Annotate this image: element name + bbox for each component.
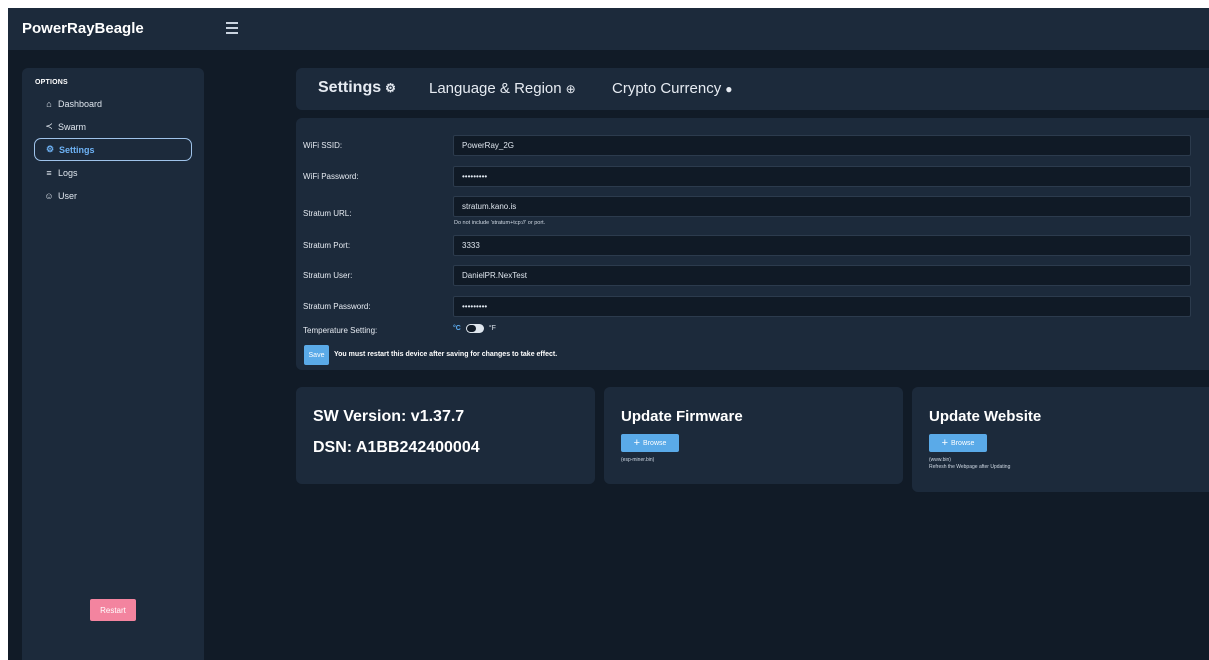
sw-version: SW Version: v1.37.7 xyxy=(313,408,465,425)
stratum-port-input[interactable] xyxy=(453,235,1191,256)
update-website-card: Update Website + Browse (www.bin) Refresh… xyxy=(912,387,1209,492)
app-window: PowerRayBeagle OPTIONS ⌂ Dashboard ≺ Swa… xyxy=(8,8,1209,660)
tab-label: Language & Region xyxy=(429,80,562,97)
sidebar-item-label: Dashboard xyxy=(58,98,103,109)
update-firmware-card: Update Firmware + Browse (esp-miner.bin) xyxy=(604,387,903,484)
wifi-ssid-input[interactable] xyxy=(453,135,1191,156)
hamburger-menu-icon[interactable] xyxy=(226,19,240,37)
browse-label: Browse xyxy=(951,439,975,447)
temperature-label: Temperature Setting: xyxy=(303,326,378,335)
celsius-label: °C xyxy=(453,325,461,332)
stratum-password-label: Stratum Password: xyxy=(303,302,371,311)
stratum-port-row: Stratum Port: xyxy=(296,235,1209,257)
wifi-ssid-label: WiFi SSID: xyxy=(303,141,343,150)
stratum-user-label: Stratum User: xyxy=(303,271,353,280)
sidebar-item-label: Swarm xyxy=(58,121,87,132)
stratum-password-row: Stratum Password: xyxy=(296,296,1209,318)
save-note: You must restart this device after savin… xyxy=(334,351,558,358)
website-file-hint: (www.bin) xyxy=(929,457,951,463)
list-icon: ≡ xyxy=(46,167,52,178)
tab-settings[interactable]: Settings ⚙ xyxy=(318,79,396,97)
tab-language-region[interactable]: Language & Region ⊕ xyxy=(429,80,576,97)
sidebar-item-dashboard[interactable]: ⌂ Dashboard xyxy=(34,92,192,115)
gear-icon: ⚙ xyxy=(45,144,55,154)
share-icon: ≺ xyxy=(45,121,53,131)
temperature-unit-toggle[interactable] xyxy=(465,324,484,333)
globe-icon: ⊕ xyxy=(565,82,576,96)
sidebar-item-logs[interactable]: ≡ Logs xyxy=(34,161,192,184)
restart-button[interactable]: Restart xyxy=(90,599,136,621)
settings-tabs: Settings ⚙ Language & Region ⊕ Crypto Curr… xyxy=(296,68,1209,110)
update-website-title: Update Website xyxy=(929,408,1042,425)
temperature-toggle-group: °C °F xyxy=(453,324,496,333)
wifi-password-row: WiFi Password: xyxy=(296,166,1209,188)
stratum-url-input[interactable] xyxy=(453,196,1191,217)
wifi-password-input[interactable] xyxy=(453,166,1191,187)
firmware-file-hint: (esp-miner.bin) xyxy=(621,457,655,463)
stratum-user-row: Stratum User: xyxy=(296,265,1209,287)
stratum-url-row: Stratum URL: xyxy=(296,196,1209,218)
sidebar-section-title: OPTIONS xyxy=(35,79,68,86)
top-bar: PowerRayBeagle xyxy=(8,8,1209,50)
sidebar-item-swarm[interactable]: ≺ Swarm xyxy=(34,115,192,138)
toggle-knob xyxy=(466,325,476,332)
sidebar: OPTIONS ⌂ Dashboard ≺ Swarm ⚙ Settings ≡… xyxy=(22,68,204,660)
tab-label: Crypto Currency xyxy=(612,80,722,97)
fahrenheit-label: °F xyxy=(488,325,496,332)
tab-crypto-currency[interactable]: Crypto Currency ● xyxy=(612,80,732,97)
stratum-url-label: Stratum URL: xyxy=(303,209,352,218)
update-firmware-title: Update Firmware xyxy=(621,408,743,425)
browse-label: Browse xyxy=(643,439,667,447)
sidebar-item-user[interactable]: ☺ User xyxy=(34,184,192,207)
user-icon: ☺ xyxy=(44,190,54,201)
sidebar-nav: ⌂ Dashboard ≺ Swarm ⚙ Settings ≡ Logs ☺ … xyxy=(22,92,204,207)
sidebar-item-label: Logs xyxy=(58,167,78,178)
firmware-browse-button[interactable]: + Browse xyxy=(621,434,679,452)
bitcoin-icon: ● xyxy=(725,82,733,96)
save-button[interactable]: Save xyxy=(304,345,329,365)
stratum-url-hint: Do not include 'stratum+tcp://' or port. xyxy=(454,220,546,226)
stratum-user-input[interactable] xyxy=(453,265,1191,286)
app-title: PowerRayBeagle xyxy=(22,20,144,37)
sidebar-item-label: Settings xyxy=(59,144,95,155)
temperature-row: Temperature Setting: xyxy=(296,320,1209,342)
version-card: SW Version: v1.37.7 DSN: A1BB242400004 xyxy=(296,387,595,484)
tab-label: Settings xyxy=(318,79,382,96)
sidebar-item-settings[interactable]: ⚙ Settings xyxy=(34,138,192,161)
settings-form: WiFi SSID: WiFi Password: Stratum URL: D… xyxy=(296,118,1209,370)
plus-icon: + xyxy=(633,436,641,449)
website-refresh-note: Refresh the Webpage after Updating xyxy=(929,464,1011,470)
home-icon: ⌂ xyxy=(46,98,52,109)
wifi-password-label: WiFi Password: xyxy=(303,172,359,181)
gear-icon: ⚙ xyxy=(385,81,396,95)
website-browse-button[interactable]: + Browse xyxy=(929,434,987,452)
plus-icon: + xyxy=(941,436,949,449)
wifi-ssid-row: WiFi SSID: xyxy=(296,135,1209,157)
stratum-password-input[interactable] xyxy=(453,296,1191,317)
device-serial: DSN: A1BB242400004 xyxy=(313,439,480,456)
stratum-port-label: Stratum Port: xyxy=(303,241,351,250)
sidebar-item-label: User xyxy=(58,190,78,201)
